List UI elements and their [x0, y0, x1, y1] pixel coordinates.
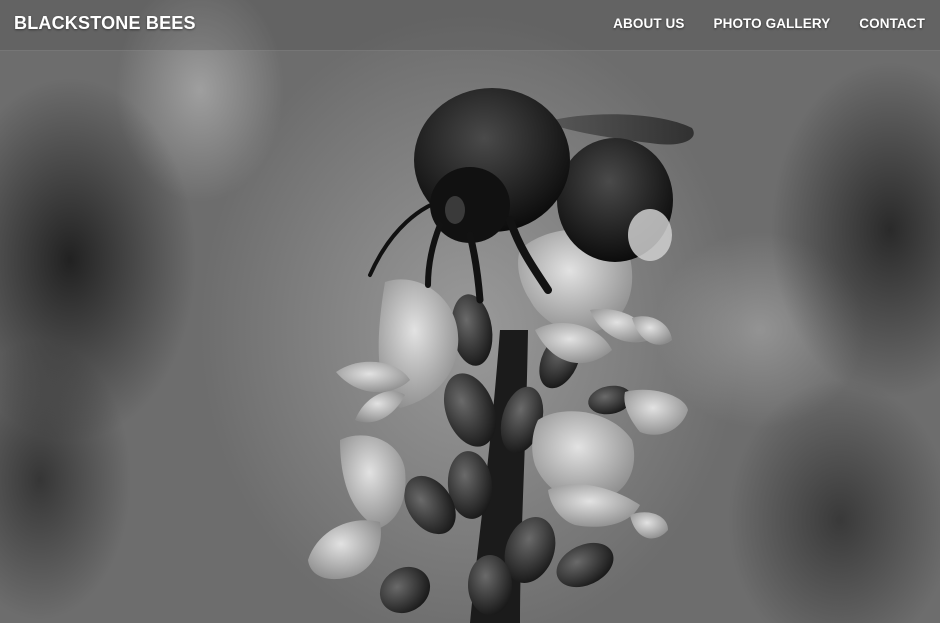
- nav-item-photo-gallery[interactable]: PHOTO GALLERY: [713, 16, 830, 31]
- nav-item-about-us[interactable]: ABOUT US: [613, 16, 684, 31]
- site-logo-title[interactable]: BLACKSTONE BEES: [14, 13, 196, 34]
- main-nav: ABOUT US PHOTO GALLERY CONTACT: [613, 16, 925, 31]
- nav-item-contact[interactable]: CONTACT: [859, 16, 925, 31]
- site-header: BLACKSTONE BEES ABOUT US PHOTO GALLERY C…: [0, 0, 940, 51]
- hero-bee-photo: [308, 88, 694, 623]
- page: BLACKSTONE BEES ABOUT US PHOTO GALLERY C…: [0, 0, 940, 623]
